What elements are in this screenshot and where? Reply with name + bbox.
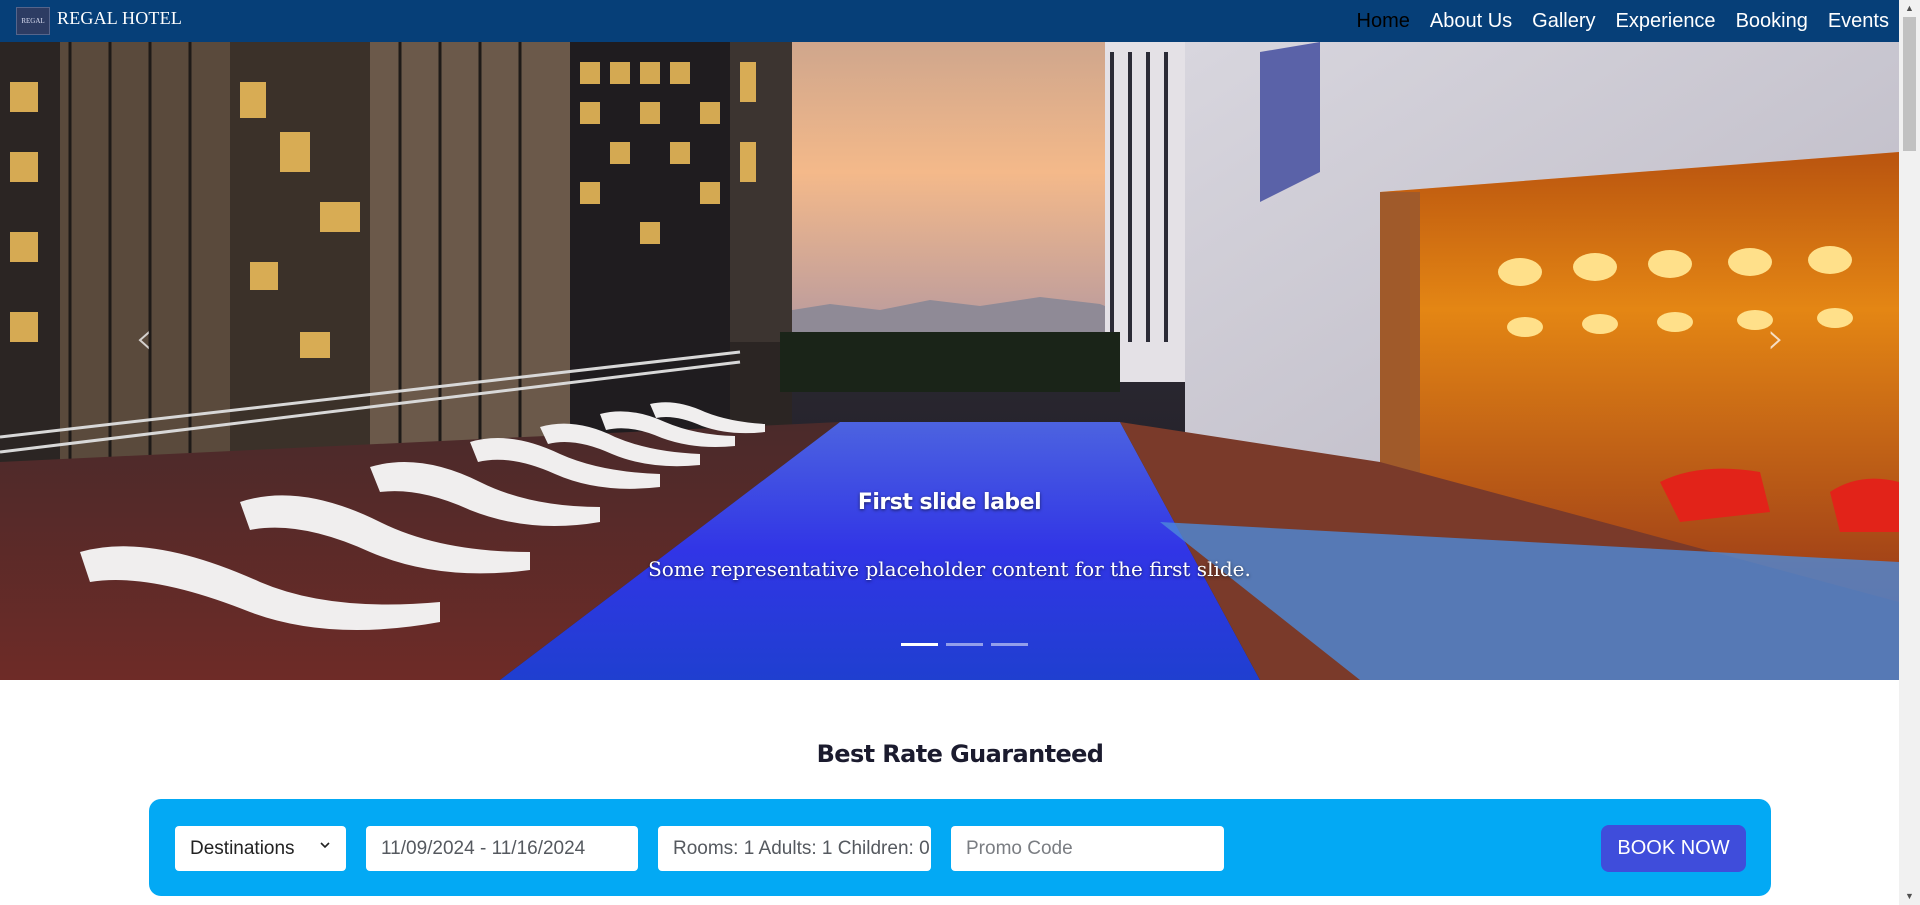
carousel-indicators: [897, 643, 1032, 646]
scroll-up-arrow-icon[interactable]: ▲: [1899, 0, 1920, 17]
brand[interactable]: REGAL REGAL HOTEL: [16, 7, 182, 35]
hero-carousel: ‹ › First slide label Some representativ…: [0, 42, 1899, 680]
destinations-select[interactable]: Destinations: [175, 826, 346, 871]
hotel-logo-icon: REGAL: [16, 7, 50, 35]
slide-caption-text: Some representative placeholder content …: [648, 557, 1251, 581]
section-title: Best Rate Guaranteed: [816, 740, 1104, 768]
booking-bar: Destinations 11/09/2024 - 11/16/2024 Roo…: [149, 799, 1771, 896]
chevron-left-icon: ‹: [135, 313, 153, 364]
slide-indicator-3[interactable]: [991, 643, 1028, 646]
carousel-prev-button[interactable]: ‹: [124, 314, 164, 364]
nav-about-us[interactable]: About Us: [1430, 10, 1512, 33]
nav-gallery[interactable]: Gallery: [1532, 10, 1595, 33]
page-scrollbar[interactable]: ▲ ▼: [1899, 0, 1920, 905]
date-range-value: 11/09/2024 - 11/16/2024: [381, 837, 586, 859]
promo-code-placeholder: Promo Code: [966, 837, 1073, 859]
slide-indicator-1[interactable]: [901, 643, 938, 646]
navbar: REGAL REGAL HOTEL Home About Us Gallery …: [0, 0, 1899, 42]
nav-links: Home About Us Gallery Experience Booking…: [1337, 0, 1889, 42]
scroll-thumb[interactable]: [1903, 17, 1916, 151]
scroll-down-arrow-icon[interactable]: ▼: [1899, 888, 1920, 905]
carousel-next-button[interactable]: ›: [1756, 314, 1796, 364]
date-range-input[interactable]: 11/09/2024 - 11/16/2024: [366, 826, 638, 871]
guests-value: Rooms: 1 Adults: 1 Children: 0: [673, 837, 930, 859]
chevron-right-icon: ›: [1767, 313, 1785, 364]
chevron-down-icon: [320, 842, 330, 849]
nav-home[interactable]: Home: [1357, 10, 1410, 33]
nav-experience[interactable]: Experience: [1616, 10, 1716, 33]
destinations-value: Destinations: [190, 837, 295, 859]
nav-events[interactable]: Events: [1828, 10, 1889, 33]
slide-caption-title: First slide label: [857, 490, 1042, 515]
nav-booking[interactable]: Booking: [1736, 10, 1808, 33]
hero-rooftop-pool-image: [0, 42, 1899, 680]
brand-name: REGAL HOTEL: [57, 7, 183, 28]
book-now-button[interactable]: BOOK NOW: [1601, 825, 1746, 872]
guests-input[interactable]: Rooms: 1 Adults: 1 Children: 0: [658, 826, 931, 871]
promo-code-input[interactable]: Promo Code: [951, 826, 1224, 871]
slide-indicator-2[interactable]: [946, 643, 983, 646]
